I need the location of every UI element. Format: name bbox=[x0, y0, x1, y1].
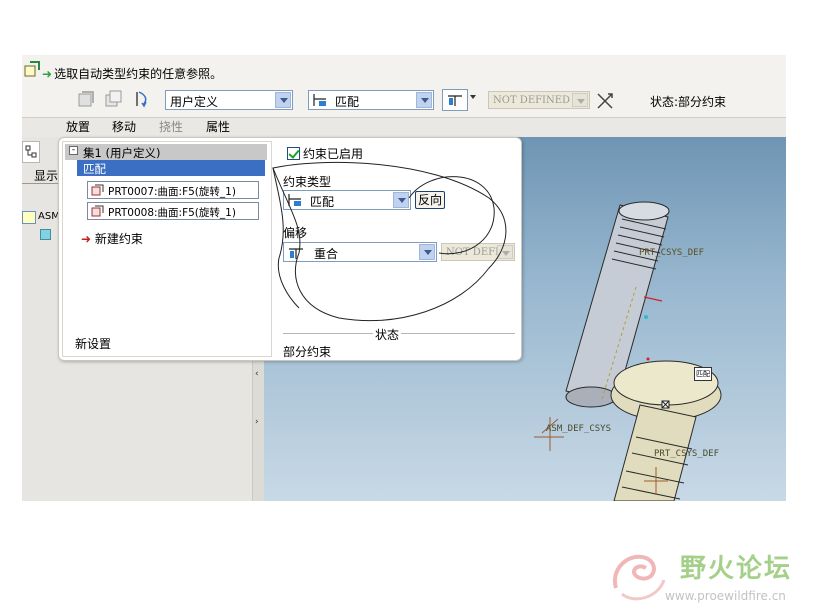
annotation-scribble bbox=[272, 161, 507, 321]
chevron-right-icon[interactable]: › bbox=[255, 417, 259, 427]
status-text: 状态:部分约束 bbox=[650, 95, 727, 109]
status-group-label: 状态 bbox=[373, 326, 402, 343]
model-tree-tab[interactable] bbox=[22, 141, 40, 163]
copy-constraint-icon[interactable] bbox=[104, 89, 124, 109]
chevron-left-icon[interactable]: ‹ bbox=[255, 369, 259, 379]
reference-axis-mark bbox=[643, 296, 663, 302]
chevron-down-icon[interactable] bbox=[416, 92, 432, 108]
watermark-logo-icon bbox=[612, 554, 666, 601]
reference-collector-1[interactable]: PRT0007:曲面:F5(旋转_1) bbox=[87, 181, 259, 199]
part-surface-icon bbox=[91, 184, 104, 196]
prompt-arrow-icon: ➜ bbox=[42, 67, 53, 81]
chevron-down-icon bbox=[572, 93, 588, 107]
new-set-link[interactable]: 新设置 bbox=[75, 335, 111, 352]
application-window: ➜ 选取自动类型约束的任意参照。 用户定义 匹配 NOT DEFINED 状态:… bbox=[22, 55, 786, 501]
assembly-icon bbox=[24, 61, 40, 77]
collapse-icon[interactable]: - bbox=[69, 146, 78, 155]
mate-icon bbox=[313, 94, 326, 106]
watermark-url: www.proewildfire.cn bbox=[665, 589, 786, 603]
placement-panel: - 集1 (用户定义) 匹配 PRT0007:曲面:F5(旋转_1) PRT00… bbox=[58, 137, 522, 361]
csys-label: ASM_DEF_CSYS bbox=[546, 424, 612, 434]
constraint-set-type-select[interactable]: 用户定义 bbox=[165, 90, 293, 110]
constraint-tool-icon[interactable] bbox=[76, 89, 96, 109]
watermark-name: 野火论坛 bbox=[680, 554, 793, 584]
tab-properties[interactable]: 属性 bbox=[206, 118, 230, 135]
reference-collector-2[interactable]: PRT0008:曲面:F5(旋转_1) bbox=[87, 202, 259, 220]
tab-flexibility[interactable]: 挠性 bbox=[159, 118, 183, 135]
chevron-down-icon[interactable] bbox=[275, 92, 291, 108]
tree-icon bbox=[25, 145, 37, 158]
csys-label: PRT_CSYS_DEF bbox=[639, 248, 705, 258]
arrow-right-icon: ➜ bbox=[81, 232, 92, 246]
part-node-icon bbox=[40, 229, 51, 240]
csys-axes-mark bbox=[534, 417, 564, 451]
constraint-tag: 匹配 bbox=[694, 367, 712, 381]
display-tab[interactable]: 显示 bbox=[22, 165, 62, 184]
new-constraint-link[interactable]: ➜ 新建约束 bbox=[81, 230, 143, 247]
csys-label: PRT_CSYS_DEF bbox=[654, 449, 720, 459]
offset-type-dropdown-icon[interactable] bbox=[470, 95, 476, 99]
flip-direction-icon[interactable] bbox=[595, 91, 615, 111]
offset-type-button[interactable] bbox=[442, 89, 468, 111]
dashboard-toolbar: ➜ 选取自动类型约束的任意参照。 用户定义 匹配 NOT DEFINED 状态:… bbox=[22, 55, 786, 118]
mechanism-connection-icon[interactable] bbox=[134, 89, 154, 109]
constraint-type-select[interactable]: 匹配 bbox=[308, 90, 434, 110]
constraint-set-header[interactable]: - 集1 (用户定义) bbox=[65, 144, 267, 160]
constraint-row-selected[interactable]: 匹配 bbox=[77, 160, 265, 176]
assembly-node-icon bbox=[22, 211, 36, 224]
prompt-message: ➜ 选取自动类型约束的任意参照。 bbox=[42, 67, 223, 81]
tree-item-asm[interactable]: ASM bbox=[38, 211, 60, 222]
part-prt0008 bbox=[610, 360, 722, 501]
offset-value-field: NOT DEFINED bbox=[488, 91, 590, 109]
constraint-set-list: - 集1 (用户定义) 匹配 PRT0007:曲面:F5(旋转_1) PRT00… bbox=[62, 141, 272, 357]
status-value: 部分约束 bbox=[283, 345, 332, 359]
coincident-icon bbox=[448, 95, 462, 106]
tab-move[interactable]: 移动 bbox=[112, 118, 136, 135]
tab-placement[interactable]: 放置 bbox=[66, 118, 90, 135]
reference-point bbox=[644, 315, 648, 319]
reference-point bbox=[646, 357, 650, 361]
part-surface-icon bbox=[91, 205, 104, 217]
